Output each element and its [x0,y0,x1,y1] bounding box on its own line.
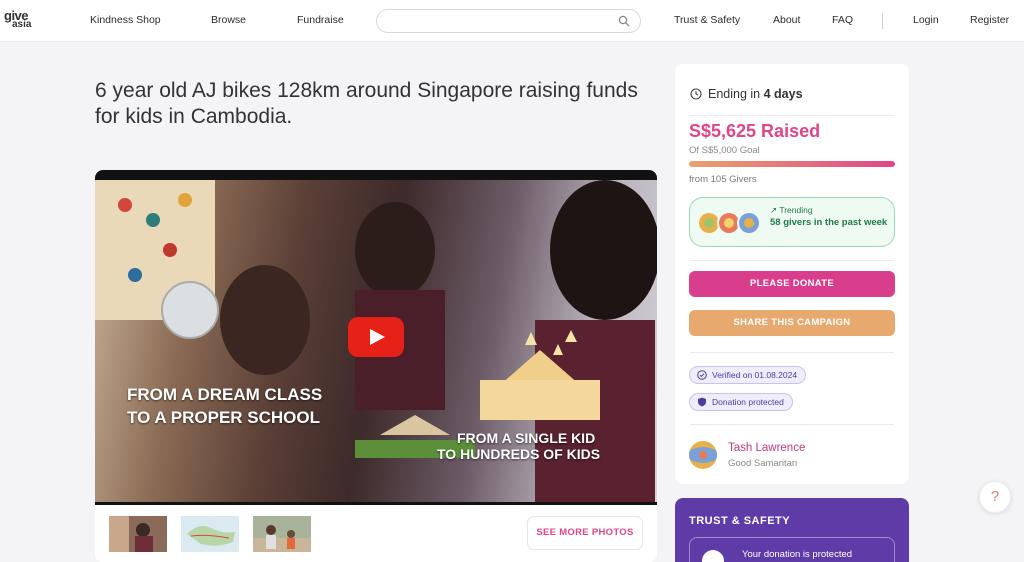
shield-icon [698,397,706,407]
organizer-name[interactable]: Tash Lawrence [728,442,805,454]
play-button[interactable] [348,317,404,357]
protected-badge: Donation protected [689,393,793,411]
divider [690,260,894,261]
top-nav: give asia Kindness Shop Browse Fundraise… [0,0,1024,42]
trust-heading: TRUST & SAFETY [689,515,791,527]
video-player[interactable]: FROM A DREAM CLASS TO A PROPER SCHOOL FR… [95,170,657,505]
organizer-avatar [689,441,717,469]
ending-countdown: Ending in 4 days [690,87,803,101]
giveasia-logo[interactable]: give asia [4,8,40,32]
trend-up-icon: ↗ [770,205,780,215]
trending-badge: ↗ Trending 58 givers in the past week [689,197,895,247]
nav-browse[interactable]: Browse [211,14,246,26]
divider [690,352,894,353]
givers-count: from 105 Givers [689,174,757,185]
media-card: FROM A DREAM CLASS TO A PROPER SCHOOL FR… [95,170,657,562]
overlay-text-left-2: TO A PROPER SCHOOL [127,408,321,427]
photo-thumbnail-3[interactable] [253,516,311,552]
nav-about[interactable]: About [773,14,800,26]
ending-value: 4 days [763,87,803,101]
share-campaign-button[interactable]: SHARE THIS CAMPAIGN [689,310,895,336]
divider [690,115,894,116]
campaign-title: 6 year old AJ bikes 128km around Singapo… [95,79,638,128]
login-link[interactable]: Login [913,14,939,26]
progress-bar [689,161,895,167]
goal-amount: Of S$5,000 Goal [689,145,760,156]
verified-badge: Verified on 01.08.2024 [689,366,807,384]
shield-icon [702,550,724,562]
trust-item-text: Your donation is protected [742,549,853,560]
help-button[interactable]: ? [979,481,1011,513]
register-link[interactable]: Register [970,14,1009,26]
progress-fill [689,161,895,167]
divider [690,424,894,425]
giver-avatars [697,211,767,235]
overlay-text-right-2: TO HUNDREDS OF KIDS [437,446,601,462]
nav-trust-safety[interactable]: Trust & Safety [674,14,740,26]
search-icon[interactable] [618,15,630,27]
nav-faq[interactable]: FAQ [832,14,853,26]
trust-item: Your donation is protected [689,537,895,562]
clock-icon [690,88,702,100]
photo-thumbnail-2[interactable] [181,516,239,552]
logo-bottom: asia [12,19,32,30]
donation-panel: Ending in 4 days S$5,625 Raised Of S$5,0… [675,64,909,484]
overlay-text-left-1: FROM A DREAM CLASS [127,385,323,404]
organizer[interactable]: Tash Lawrence Good Samaritan [689,440,895,472]
search-bar[interactable] [376,9,641,33]
organizer-role: Good Samaritan [728,458,798,469]
avatar [737,211,761,235]
nav-divider [882,13,883,29]
amount-raised: S$5,625 Raised [689,121,821,141]
nav-kindness-shop[interactable]: Kindness Shop [90,14,161,26]
ending-label: Ending in [708,87,761,101]
trending-text: 58 givers in the past week [770,217,888,228]
trending-label: ↗ Trending [770,205,813,216]
donate-button[interactable]: PLEASE DONATE [689,271,895,297]
trust-safety-panel: TRUST & SAFETY Your donation is protecte… [675,498,909,562]
nav-fundraise[interactable]: Fundraise [297,14,344,26]
overlay-text-right-1: FROM A SINGLE KID [457,430,596,446]
protected-text: Donation protected [712,397,784,407]
verified-check-icon [697,370,707,380]
trending-label-text: Trending [779,205,813,215]
search-input[interactable] [389,13,609,29]
photo-thumbnail-1[interactable] [109,516,167,552]
verified-text: Verified on 01.08.2024 [712,370,798,380]
see-more-photos-button[interactable]: SEE MORE PHOTOS [527,516,643,550]
